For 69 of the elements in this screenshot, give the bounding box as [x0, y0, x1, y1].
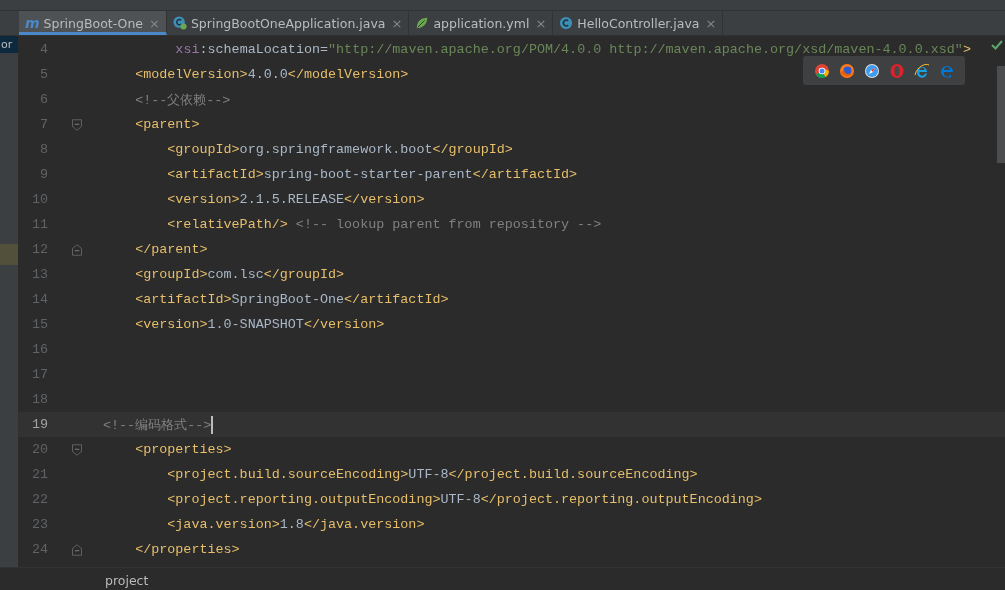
code-line: <artifactId>spring-boot-starter-parent</artifactId> — [166, 167, 578, 182]
editor-tab[interactable]: application.yml × — [409, 11, 554, 35]
line-number: 17 — [30, 367, 48, 382]
line-number: 5 — [38, 67, 48, 82]
line-number: 10 — [30, 192, 48, 207]
code-line: <groupId>com.lsc</groupId> — [134, 267, 345, 282]
scrollbar-thumb[interactable] — [997, 66, 1005, 163]
close-icon[interactable]: × — [535, 15, 547, 31]
editor-tab[interactable]: SpringBootOneApplication.java × — [166, 11, 410, 35]
leaf-icon — [415, 16, 430, 30]
code-line: </properties> — [134, 542, 240, 557]
line-number: 14 — [30, 292, 48, 307]
fold-icon[interactable] — [71, 117, 83, 132]
maven-icon: m — [25, 15, 40, 31]
line-number: 21 — [30, 467, 48, 482]
close-icon[interactable]: × — [705, 15, 717, 31]
code-line: <modelVersion>4.0.0</modelVersion> — [134, 67, 409, 82]
code-line: <parent> — [134, 117, 200, 132]
code-line: <project.build.sourceEncoding>UTF-8</project.build.sourceEncoding> — [166, 467, 698, 482]
browser-icon[interactable] — [813, 62, 830, 79]
code-line: <properties> — [134, 442, 232, 457]
line-number: 12 — [30, 242, 48, 257]
editor-tab[interactable]: m SpringBoot-One × — [19, 11, 167, 35]
line-number: 6 — [38, 92, 48, 107]
browser-icon[interactable] — [838, 62, 855, 79]
line-number: 22 — [30, 492, 48, 507]
code-line: <artifactId>SpringBoot-One</artifactId> — [134, 292, 449, 307]
code-line: <groupId>org.springframework.boot</groupId> — [166, 142, 513, 157]
check-icon — [991, 39, 1003, 51]
line-number: 20 — [30, 442, 48, 457]
text-cursor — [211, 415, 214, 434]
code-line: <relativePath/> <!-- lookup parent from repository --> — [166, 217, 602, 232]
line-number: 11 — [30, 217, 48, 232]
close-icon[interactable]: × — [149, 15, 160, 31]
tab-label: SpringBoot-One — [43, 15, 143, 31]
fold-icon[interactable] — [71, 442, 83, 457]
breadcrumb[interactable]: project — [105, 572, 149, 588]
tab-label: application.yml — [433, 15, 530, 31]
code-line: </parent> — [134, 242, 208, 257]
fold-icon[interactable] — [71, 542, 83, 557]
fold-icon[interactable] — [71, 242, 83, 257]
editor-tab[interactable]: HelloController.java × — [553, 11, 724, 35]
class-file-icon — [172, 16, 187, 30]
close-icon[interactable]: × — [391, 15, 403, 31]
line-number: 7 — [38, 117, 48, 132]
tab-label: SpringBootOneApplication.java — [190, 15, 386, 31]
code-line: <!--父依赖--> — [134, 91, 231, 109]
code-line: <!--编码格式--> — [103, 416, 212, 434]
line-number: 19 — [30, 417, 48, 432]
code-line: <project.reporting.outputEncoding>UTF-8</project.reporting.outputEncoding> — [166, 492, 762, 507]
line-number: 4 — [38, 42, 48, 57]
line-number: 8 — [38, 142, 48, 157]
browser-icon[interactable] — [913, 62, 930, 79]
line-number: 13 — [30, 267, 48, 282]
line-number: 23 — [30, 517, 48, 532]
line-number: 18 — [30, 392, 48, 407]
class-file-icon — [559, 16, 574, 30]
line-number: 15 — [30, 317, 48, 332]
browser-icon[interactable] — [863, 62, 880, 79]
code-line: <java.version>1.8</java.version> — [166, 517, 425, 532]
panel-label: or — [0, 36, 18, 53]
line-number: 9 — [38, 167, 48, 182]
code-line: xsi:schemaLocation="http://maven.apache.org/POM/4.0.0 http://maven.apache.org/xsd/maven-4.0.0.xsd"> — [175, 42, 971, 57]
line-number: 24 — [30, 542, 48, 557]
tab-label: HelloController.java — [577, 15, 700, 31]
code-line: <version>2.1.5.RELEASE</version> — [166, 192, 425, 207]
selected-row-highlight — [0, 244, 18, 265]
line-number: 16 — [30, 342, 48, 357]
code-line: <version>1.0-SNAPSHOT</version> — [134, 317, 385, 332]
